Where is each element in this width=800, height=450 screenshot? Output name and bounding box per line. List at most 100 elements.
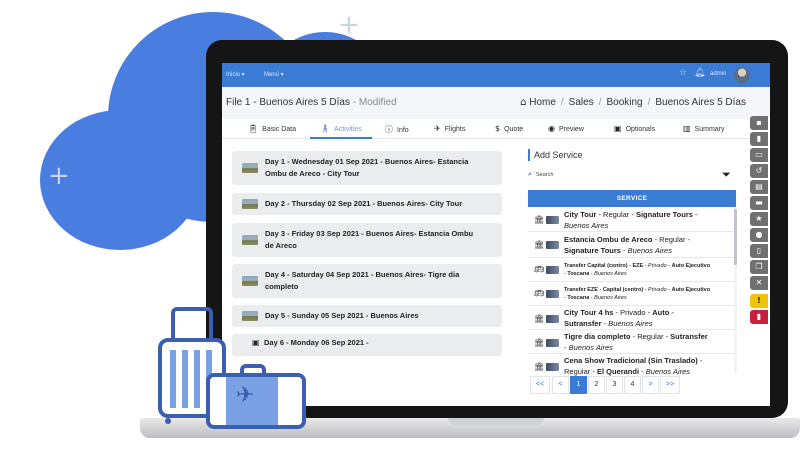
avatar[interactable] bbox=[734, 67, 750, 83]
tab-optionals[interactable]: ▣ Optionals bbox=[614, 124, 655, 133]
day-item[interactable]: Day 3 - Friday 03 Sep 2021 - Buenos Aire… bbox=[232, 223, 502, 257]
day-item[interactable]: Day 1 - Wednesday 01 Sep 2021 - Buenos A… bbox=[232, 151, 502, 185]
service-thumbnail bbox=[546, 315, 559, 323]
page-3-button[interactable]: 3 bbox=[606, 376, 623, 394]
tab-preview[interactable]: ◉ Preview bbox=[548, 124, 584, 133]
tab-quote[interactable]: $ Quote bbox=[495, 124, 523, 133]
document-icon[interactable]: ▯ bbox=[750, 244, 768, 258]
delete-icon[interactable]: ▮ bbox=[750, 310, 768, 324]
page-4-button[interactable]: 4 bbox=[624, 376, 641, 394]
clipboard-icon: 📋︎ bbox=[248, 124, 259, 133]
star-icon[interactable]: ★ bbox=[750, 212, 768, 226]
search-input[interactable]: Search bbox=[536, 172, 553, 178]
filter-icon[interactable]: ⏷ bbox=[722, 168, 731, 182]
inbox-icon[interactable]: ▭ bbox=[750, 148, 768, 162]
image-icon: ▣ bbox=[614, 124, 622, 133]
bank-icon: 🏛︎ bbox=[534, 314, 545, 323]
star-icon[interactable]: ☆ bbox=[679, 68, 687, 78]
add-service-title: Add Service bbox=[534, 150, 583, 160]
plane-icon: ✈ bbox=[434, 124, 441, 133]
alert-icon[interactable]: ! bbox=[750, 294, 768, 308]
tab-summary[interactable]: ▥ Summary bbox=[683, 124, 725, 133]
sparkle-icon: + bbox=[338, 10, 360, 40]
walk-icon: 🚶︎ bbox=[320, 124, 331, 133]
service-thumbnail bbox=[546, 363, 559, 371]
day-thumbnail bbox=[242, 199, 258, 209]
sparkle-icon: + bbox=[48, 161, 70, 191]
page-2-button[interactable]: 2 bbox=[588, 376, 605, 394]
bell-icon[interactable]: 🔔︎ bbox=[694, 68, 705, 78]
page-first-button[interactable]: << bbox=[530, 376, 550, 394]
close-box-icon[interactable]: ✕ bbox=[750, 276, 768, 290]
breadcrumb-home[interactable]: Home bbox=[529, 97, 556, 108]
day-title-cont: de Areco bbox=[265, 241, 297, 250]
service-row[interactable]: 🏛︎ Tigre dia completo - Regular - Sutran… bbox=[528, 330, 736, 354]
bank-icon: 🏛︎ bbox=[534, 215, 545, 224]
nav-menu-menu[interactable]: Menú ▾ bbox=[264, 71, 284, 78]
tab-activities[interactable]: 🚶︎ Activities bbox=[320, 124, 362, 133]
nav-menu-inicio[interactable]: Inicio ▾ bbox=[226, 71, 245, 78]
pagination: << < 1 2 3 4 > >> bbox=[528, 376, 736, 394]
bus-icon: 🚌︎ bbox=[534, 289, 545, 298]
info-icon: ⓘ bbox=[385, 125, 393, 134]
plane-icon: ✈ bbox=[236, 383, 255, 408]
user-name[interactable]: admin bbox=[710, 71, 726, 77]
service-row[interactable]: 🚌︎ Transfer EZE - Capital (centro) - Pri… bbox=[528, 282, 736, 306]
page-title: File 1 - Buenos Aires 5 Días - Modified bbox=[226, 97, 397, 108]
tab-basic-data[interactable]: 📋︎ Basic Data bbox=[248, 124, 296, 133]
save-icon[interactable]: ▪ bbox=[750, 116, 768, 130]
day-thumbnail bbox=[242, 235, 258, 245]
day-title: Day 6 - Monday 06 Sep 2021 - bbox=[264, 338, 369, 347]
eye-icon: ◉ bbox=[548, 124, 555, 133]
bank-icon: 🏛︎ bbox=[534, 338, 545, 347]
page-last-button[interactable]: >> bbox=[660, 376, 680, 394]
day-title: Day 3 - Friday 03 Sep 2021 - Buenos Aire… bbox=[265, 229, 474, 238]
service-thumbnail bbox=[546, 216, 559, 224]
service-row[interactable]: 🏛︎ City Tour 4 hs - Privado - Auto - Sutr… bbox=[528, 306, 736, 330]
comment-icon[interactable]: ▬ bbox=[750, 196, 768, 210]
service-row[interactable]: 🏛︎ Estancia Ombu de Areco - Regular - Sig… bbox=[528, 232, 736, 258]
service-thumbnail bbox=[546, 266, 559, 274]
service-thumbnail bbox=[546, 241, 559, 249]
page-prev-button[interactable]: < bbox=[552, 376, 569, 394]
day-item[interactable]: Day 4 - Saturday 04 Sep 2021 - Buenos Ai… bbox=[232, 264, 502, 298]
app-screen: Inicio ▾ Menú ▾ ☆ 🔔︎ admin File 1 - Buen… bbox=[222, 63, 770, 406]
service-table-header: SERVICE bbox=[528, 190, 736, 207]
bank-icon: 🏛︎ bbox=[534, 240, 545, 249]
page-1-button[interactable]: 1 bbox=[570, 376, 587, 394]
copy-icon[interactable]: ❐ bbox=[750, 260, 768, 274]
tab-flights[interactable]: ✈ Flights bbox=[434, 124, 465, 133]
breadcrumb-sales[interactable]: Sales bbox=[569, 97, 594, 108]
day-item[interactable]: ▣ Day 6 - Monday 06 Sep 2021 - bbox=[232, 334, 502, 356]
breadcrumb-current: Buenos Aires 5 Días bbox=[655, 97, 746, 108]
luggage-wheel bbox=[165, 418, 171, 424]
scrollbar-thumb[interactable] bbox=[734, 209, 737, 265]
luggage-stripe bbox=[194, 350, 200, 408]
clipboard-check-icon[interactable]: ▤ bbox=[750, 180, 768, 194]
day-item[interactable]: Day 2 - Thursday 02 Sep 2021 - Buenos Ai… bbox=[232, 193, 502, 215]
service-row[interactable]: 🚌︎ Transfer Capital (centro) - EZE - Pri… bbox=[528, 258, 736, 282]
home-icon[interactable]: ⌂ bbox=[520, 97, 526, 108]
breadcrumb-booking[interactable]: Booking bbox=[606, 97, 642, 108]
page-header: File 1 - Buenos Aires 5 Días - Modified … bbox=[222, 87, 770, 119]
bank-icon: 🏛︎ bbox=[534, 362, 545, 371]
marketing-stage: + + Inicio ▾ Menú ▾ ☆ 🔔︎ admin File 1 - … bbox=[0, 0, 800, 450]
day-title-cont: completo bbox=[265, 282, 299, 291]
service-row[interactable]: 🏛︎ City Tour - Regular - Signature Tours… bbox=[528, 207, 736, 232]
day-thumbnail bbox=[242, 276, 258, 286]
history-icon[interactable]: ↺ bbox=[750, 164, 768, 178]
day-item[interactable]: Day 5 - Sunday 05 Sep 2021 - Buenos Aire… bbox=[232, 305, 502, 327]
day-thumbnail bbox=[242, 163, 258, 173]
users-icon[interactable]: ● bbox=[750, 228, 768, 242]
bus-icon: 🚌︎ bbox=[534, 265, 545, 274]
luggage-stripe bbox=[182, 350, 188, 408]
tab-info[interactable]: ⓘ Info bbox=[385, 124, 409, 135]
service-row[interactable]: 🏛︎ Cena Show Tradicional (Sin Traslado) … bbox=[528, 354, 736, 377]
dollar-icon: $ bbox=[495, 124, 501, 133]
top-navbar: Inicio ▾ Menú ▾ ☆ 🔔︎ admin bbox=[222, 63, 770, 87]
page-next-button[interactable]: > bbox=[642, 376, 659, 394]
chart-icon: ▥ bbox=[683, 124, 691, 133]
search-icon: ⌕ bbox=[528, 170, 532, 178]
active-tab-indicator bbox=[310, 137, 372, 139]
trash-icon[interactable]: ▮ bbox=[750, 132, 768, 146]
